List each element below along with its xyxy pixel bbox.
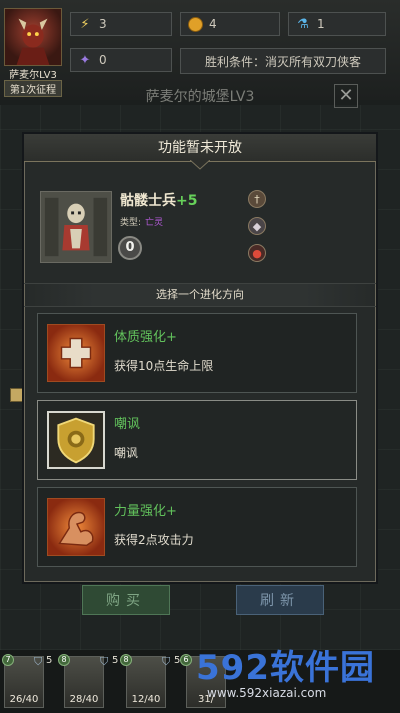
buy-button[interactable]: 购买 [82,585,170,615]
shield-icon: ⛉ [100,655,109,668]
sword-stat-icon[interactable]: † [248,190,266,208]
option-name: 嘲讽 [114,417,141,432]
potion-counter: ⚗ 1 [288,12,386,36]
watermark-url: www.592xiazai.com [207,686,327,700]
blood-drop-icon[interactable]: ● [248,244,266,262]
unit-name-text: 骷髅士兵 [120,193,176,209]
unit-level-badge: 0 [118,236,142,260]
hero-name: 萨麦尔LV3 [9,70,57,81]
potion-value: 1 [317,17,325,31]
unit-level-badge: 6 [180,654,192,666]
energy-value: 3 [99,17,107,31]
unit-level-badge: 8 [120,654,132,666]
watermark-logo: 592软件园 [196,648,375,688]
option-name: 体质强化+ [114,330,177,345]
victory-condition: 胜利条件：消灭所有双刀侠客 [180,48,386,74]
unit-name: 骷髅士兵+5 [120,190,197,210]
dialog-title: 功能暂未开放 [158,140,242,156]
option-desc: 获得2点攻击力 [114,533,194,547]
refresh-button[interactable]: 刷新 [236,585,324,615]
unit-armor: 5 [112,655,119,666]
unit-level-bonus: +5 [176,193,198,209]
option-name: 力量强化+ [114,504,177,519]
energy-counter: ⚡ 3 [70,12,172,36]
header-notch-icon [190,160,210,170]
demon-hero-icon [16,18,50,65]
shield-icon: ⛉ [34,655,43,668]
unit-hp: 28/40 [69,694,99,705]
hero-portrait[interactable] [4,8,62,66]
unit-hp: 26/40 [9,694,39,705]
unit-portrait [40,191,112,263]
unit-level-badge: 7 [2,654,14,666]
shield-stat-icon[interactable]: ◆ [248,217,266,235]
lightning-icon: ⚡ [80,16,90,32]
red-cross-icon [47,324,105,382]
unit-hp: 12/40 [131,694,161,705]
unit-level-badge: 8 [58,654,70,666]
unit-armor: 5 [46,655,53,666]
skeleton-soldier-icon [41,192,111,262]
muscle-arm-icon [47,498,105,556]
close-button[interactable]: ✕ [334,84,358,108]
crystal-star-icon: ✦ [79,52,91,68]
option-desc: 嘲讽 [114,446,139,460]
gold-counter: 4 [180,12,280,36]
gold-value: 4 [209,17,217,31]
section-header: 选择一个进化方向 [24,283,376,307]
unit-type-label: 类型: [120,218,142,228]
potion-icon: ⚗ [297,16,309,32]
gold-coin-icon [187,16,203,32]
crystal-value: 0 [99,53,107,67]
option-desc: 获得10点生命上限 [114,359,214,373]
hero-run-count: 第1次征程 [4,80,62,97]
castle-title: 萨麦尔的城堡LV3 [145,89,255,105]
lion-shield-icon [47,411,105,469]
unit-type-value: 亡灵 [145,218,164,228]
shield-icon: ⛉ [162,655,171,668]
crystal-counter: ✦ 0 [70,48,172,72]
